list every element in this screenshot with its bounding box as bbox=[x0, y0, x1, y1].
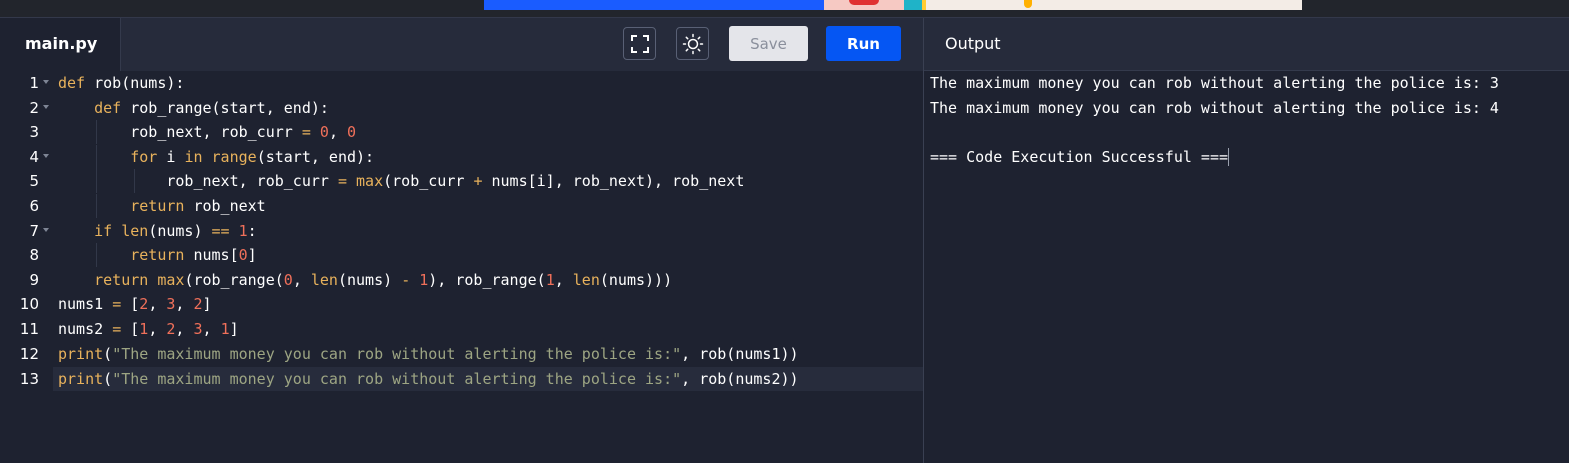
tab-label: main.py bbox=[25, 34, 98, 53]
output-line: === Code Execution Successful === bbox=[930, 145, 1560, 170]
code-text: nums1 = [2, 3, 2] bbox=[58, 295, 212, 314]
line-number: 11 bbox=[19, 320, 39, 338]
fold-arrow-icon[interactable] bbox=[43, 80, 49, 84]
line-number: 12 bbox=[19, 344, 39, 363]
fold-arrow-icon[interactable] bbox=[43, 227, 49, 232]
code-line[interactable]: 9 return max(rob_range(0, len(nums) - 1)… bbox=[0, 268, 923, 292]
code-line[interactable]: 1 def rob(nums): bbox=[0, 71, 923, 95]
code-line[interactable]: 7 if len(nums) == 1: bbox=[0, 219, 923, 243]
output-line: The maximum money you can rob without al… bbox=[930, 98, 1499, 117]
code-line[interactable]: 5 rob_next, rob_curr = max(rob_curr + nu… bbox=[0, 169, 923, 194]
output-console[interactable]: The maximum money you can rob without al… bbox=[930, 71, 1560, 169]
code-line[interactable]: 3 rob_next, rob_curr = 0, 0 bbox=[0, 120, 923, 145]
code-text: def rob_range(start, end): bbox=[94, 98, 329, 117]
output-success-text: === Code Execution Successful === bbox=[930, 147, 1229, 166]
code-text: nums2 = [1, 2, 3, 1] bbox=[58, 320, 239, 338]
editor-toolbar: main.py Save Run bbox=[0, 18, 923, 71]
fold-arrow-icon[interactable] bbox=[43, 104, 49, 109]
code-line[interactable]: 11 nums2 = [1, 2, 3, 1] bbox=[0, 317, 923, 341]
line-number: 9 bbox=[29, 270, 39, 289]
code-text: rob_next, rob_curr = 0, 0 bbox=[58, 123, 357, 142]
line-number: 3 bbox=[29, 123, 39, 142]
code-line[interactable]: 8 return nums[0] bbox=[0, 243, 923, 268]
output-title: Output bbox=[945, 34, 1001, 53]
line-number: 5 bbox=[29, 172, 39, 191]
line-number: 4 bbox=[29, 147, 39, 166]
code-text: for i in range(start, end): bbox=[130, 147, 375, 166]
run-button[interactable]: Run bbox=[826, 26, 901, 61]
line-number: 6 bbox=[29, 197, 39, 215]
code-line[interactable]: 2 def rob_range(start, end): bbox=[0, 96, 923, 120]
line-number: 10 bbox=[19, 295, 39, 314]
tab-main-py[interactable]: main.py bbox=[0, 18, 121, 71]
code-text: return nums[0] bbox=[130, 246, 257, 265]
panel-divider[interactable] bbox=[923, 18, 924, 463]
line-number: 13 bbox=[19, 370, 39, 388]
output-header: Output bbox=[924, 18, 1569, 71]
code-text: rob_next, rob_curr = max(rob_curr + nums… bbox=[58, 172, 745, 191]
line-number: 7 bbox=[29, 221, 39, 240]
code-text: if len(nums) == 1: bbox=[94, 221, 257, 240]
code-line[interactable]: 4 for i in range(start, end): bbox=[0, 144, 923, 169]
code-line-active[interactable]: 13 print("The maximum money you can rob … bbox=[0, 367, 923, 391]
line-number: 2 bbox=[29, 98, 39, 117]
code-text: return max(rob_range(0, len(nums) - 1), … bbox=[94, 270, 673, 289]
code-line[interactable]: 12 print("The maximum money you can rob … bbox=[0, 342, 923, 366]
ad-banner[interactable] bbox=[484, 0, 1302, 10]
save-button[interactable]: Save bbox=[729, 26, 808, 61]
text-cursor bbox=[1228, 148, 1230, 166]
output-line: The maximum money you can rob without al… bbox=[930, 74, 1499, 92]
code-text: print("The maximum money you can rob wit… bbox=[58, 370, 799, 388]
code-text: def rob(nums): bbox=[58, 74, 185, 92]
fold-arrow-icon[interactable] bbox=[43, 153, 49, 158]
code-text: print("The maximum money you can rob wit… bbox=[58, 344, 799, 363]
code-line[interactable]: 6 return rob_next bbox=[0, 194, 923, 218]
fullscreen-button[interactable] bbox=[623, 27, 656, 60]
line-number: 1 bbox=[29, 74, 39, 92]
line-number: 8 bbox=[29, 246, 39, 265]
theme-toggle-button[interactable] bbox=[676, 27, 709, 60]
code-line[interactable]: 10 nums1 = [2, 3, 2] bbox=[0, 292, 923, 316]
code-text: return rob_next bbox=[130, 197, 266, 215]
fullscreen-icon bbox=[630, 34, 649, 53]
sun-icon bbox=[682, 33, 703, 54]
code-editor[interactable]: 1 def rob(nums): 2 def rob_range(start, … bbox=[0, 71, 923, 463]
